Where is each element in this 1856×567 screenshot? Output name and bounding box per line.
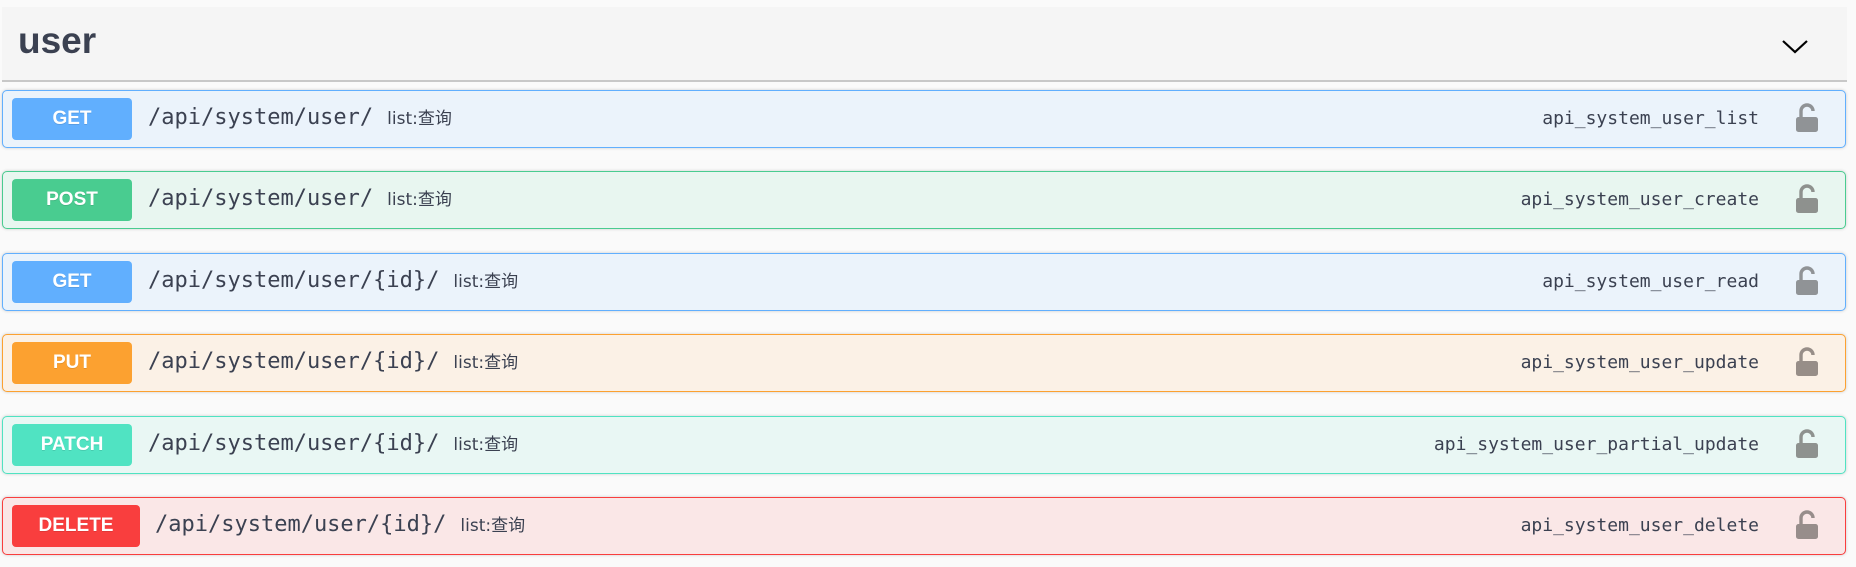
operation-summary: list:查询 (387, 190, 452, 210)
operation-path-wrap: /api/system/user/list:查询 (148, 185, 452, 211)
method-badge: GET (12, 261, 132, 303)
operation-summary: list:查询 (460, 516, 526, 536)
operation-summary: list:查询 (453, 272, 519, 292)
unlocked-lock-icon[interactable] (1795, 184, 1819, 214)
operation-id: api_system_user_delete (1520, 515, 1759, 536)
operation-path-wrap: /api/system/user/{id}/ list:查询 (148, 267, 518, 293)
operation-path-wrap: /api/system/user/{id}/ list:查询 (148, 348, 518, 374)
operation-path: /api/system/user/{id}/ (155, 512, 447, 537)
operation-row-delete[interactable]: DELETE/api/system/user/{id}/ list:查询 api_s… (2, 497, 1846, 555)
operation-summary: list:查询 (387, 109, 452, 129)
unlocked-lock-icon[interactable] (1795, 347, 1819, 377)
method-badge: DELETE (12, 505, 140, 547)
tag-header-user[interactable]: user (2, 7, 1847, 82)
operation-id: api_system_user_list (1542, 108, 1759, 129)
operation-row-post[interactable]: POST/api/system/user/list:查询 api_system_u… (2, 171, 1846, 229)
tag-title: user (18, 20, 97, 61)
operation-row-put[interactable]: PUT/api/system/user/{id}/ list:查询 api_syst… (2, 334, 1846, 392)
operation-path-wrap: /api/system/user/{id}/ list:查询 (155, 511, 525, 537)
method-badge: PATCH (12, 424, 132, 466)
unlocked-lock-icon[interactable] (1795, 429, 1819, 459)
operation-row-patch[interactable]: PATCH/api/system/user/{id}/ list:查询 api_sy… (2, 416, 1846, 474)
operation-row-get[interactable]: GET/api/system/user/list:查询 api_system_us… (2, 90, 1846, 148)
operation-path: /api/system/user/{id}/ (148, 431, 440, 456)
operation-id: api_system_user_partial_update (1433, 434, 1759, 455)
operation-path: /api/system/user/{id}/ (148, 349, 440, 374)
unlocked-lock-icon[interactable] (1795, 266, 1819, 296)
operation-id: api_system_user_create (1520, 189, 1759, 210)
method-badge: POST (12, 179, 132, 221)
unlocked-lock-icon[interactable] (1795, 510, 1819, 540)
operation-path: /api/system/user/ (148, 105, 374, 130)
operation-path: /api/system/user/{id}/ (148, 268, 440, 293)
operation-path: /api/system/user/ (148, 186, 374, 211)
method-badge: PUT (12, 342, 132, 384)
operation-summary: list:查询 (453, 353, 519, 373)
operation-path-wrap: /api/system/user/{id}/ list:查询 (148, 430, 518, 456)
operation-id: api_system_user_read (1542, 271, 1759, 292)
operation-summary: list:查询 (453, 435, 519, 455)
operation-path-wrap: /api/system/user/list:查询 (148, 104, 452, 130)
method-badge: GET (12, 98, 132, 140)
operation-row-get[interactable]: GET/api/system/user/{id}/ list:查询 api_syst… (2, 253, 1846, 311)
unlocked-lock-icon[interactable] (1795, 103, 1819, 133)
chevron-down-icon[interactable] (1779, 34, 1811, 58)
operation-id: api_system_user_update (1520, 352, 1759, 373)
